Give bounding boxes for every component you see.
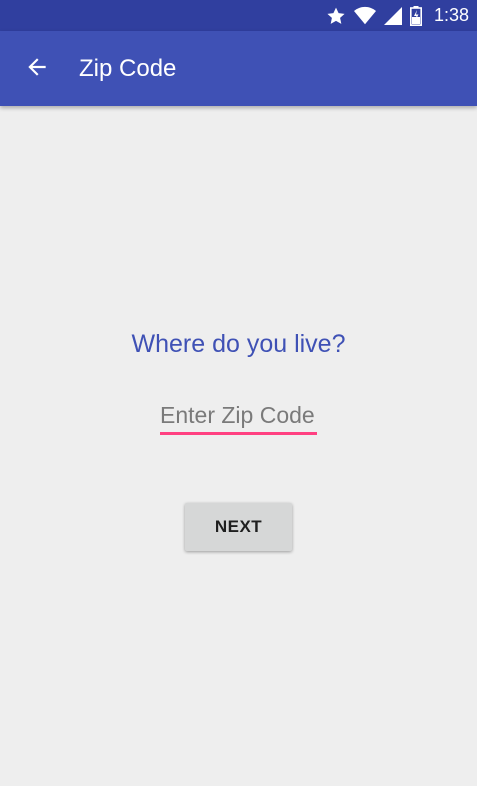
signal-icon bbox=[383, 6, 402, 26]
status-icons: 1:38 bbox=[326, 0, 469, 31]
page-title: Zip Code bbox=[79, 55, 177, 82]
zip-code-input[interactable] bbox=[160, 396, 317, 434]
status-bar: 1:38 bbox=[0, 0, 477, 31]
back-button[interactable] bbox=[20, 52, 54, 86]
zip-code-screen: 1:38 Zip Code Where do you live? NEXT bbox=[0, 0, 477, 786]
app-bar: Zip Code bbox=[0, 31, 477, 106]
zip-code-field bbox=[160, 396, 317, 438]
battery-icon bbox=[409, 5, 422, 26]
arrow-back-icon bbox=[24, 54, 50, 85]
next-button[interactable]: NEXT bbox=[185, 503, 292, 551]
star-icon bbox=[326, 6, 346, 26]
status-time: 1:38 bbox=[433, 5, 469, 25]
wifi-icon bbox=[353, 6, 376, 26]
where-do-you-live-prompt: Where do you live? bbox=[131, 330, 346, 358]
zip-code-underline bbox=[160, 432, 317, 435]
